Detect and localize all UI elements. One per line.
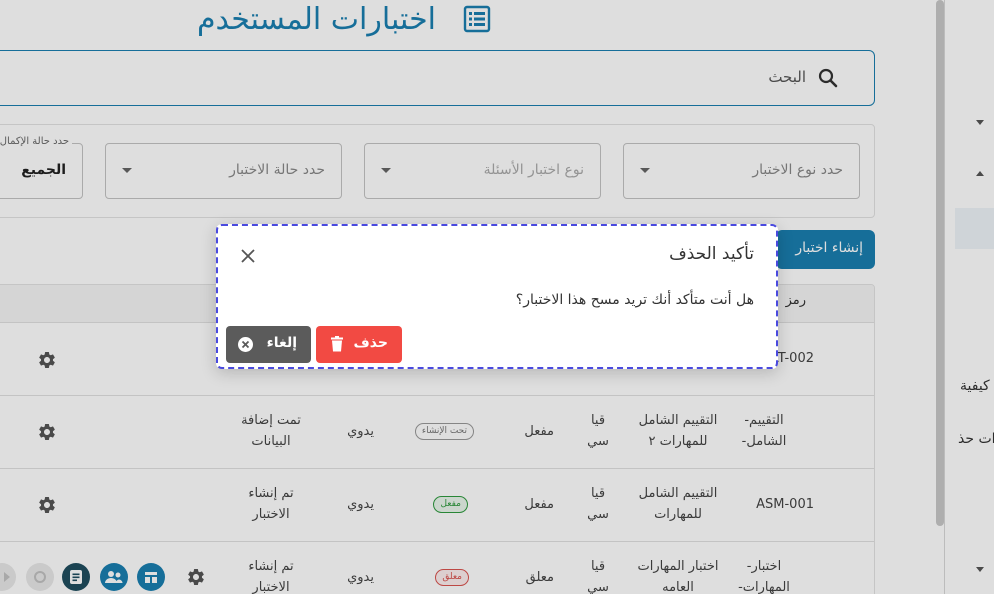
delete-button[interactable]: حذف (316, 326, 402, 363)
trash-icon (331, 336, 343, 352)
delete-button-label: حذف (353, 335, 388, 351)
app: اختبارات المستخدم البحث حدد نوع الاختبار… (0, 0, 994, 594)
cancel-button-label: إلغاء (266, 335, 297, 351)
dialog-message: هل أنت متأكد أنك تريد مسح هذا الاختبار؟ (515, 292, 754, 308)
dialog-title: تأكيد الحذف (669, 244, 754, 264)
confirm-delete-dialog: تأكيد الحذف هل أنت متأكد أنك تريد مسح هذ… (216, 224, 778, 369)
cancel-circle-icon (238, 337, 253, 352)
cancel-button[interactable]: إلغاء (226, 326, 311, 363)
close-icon[interactable] (240, 248, 256, 264)
